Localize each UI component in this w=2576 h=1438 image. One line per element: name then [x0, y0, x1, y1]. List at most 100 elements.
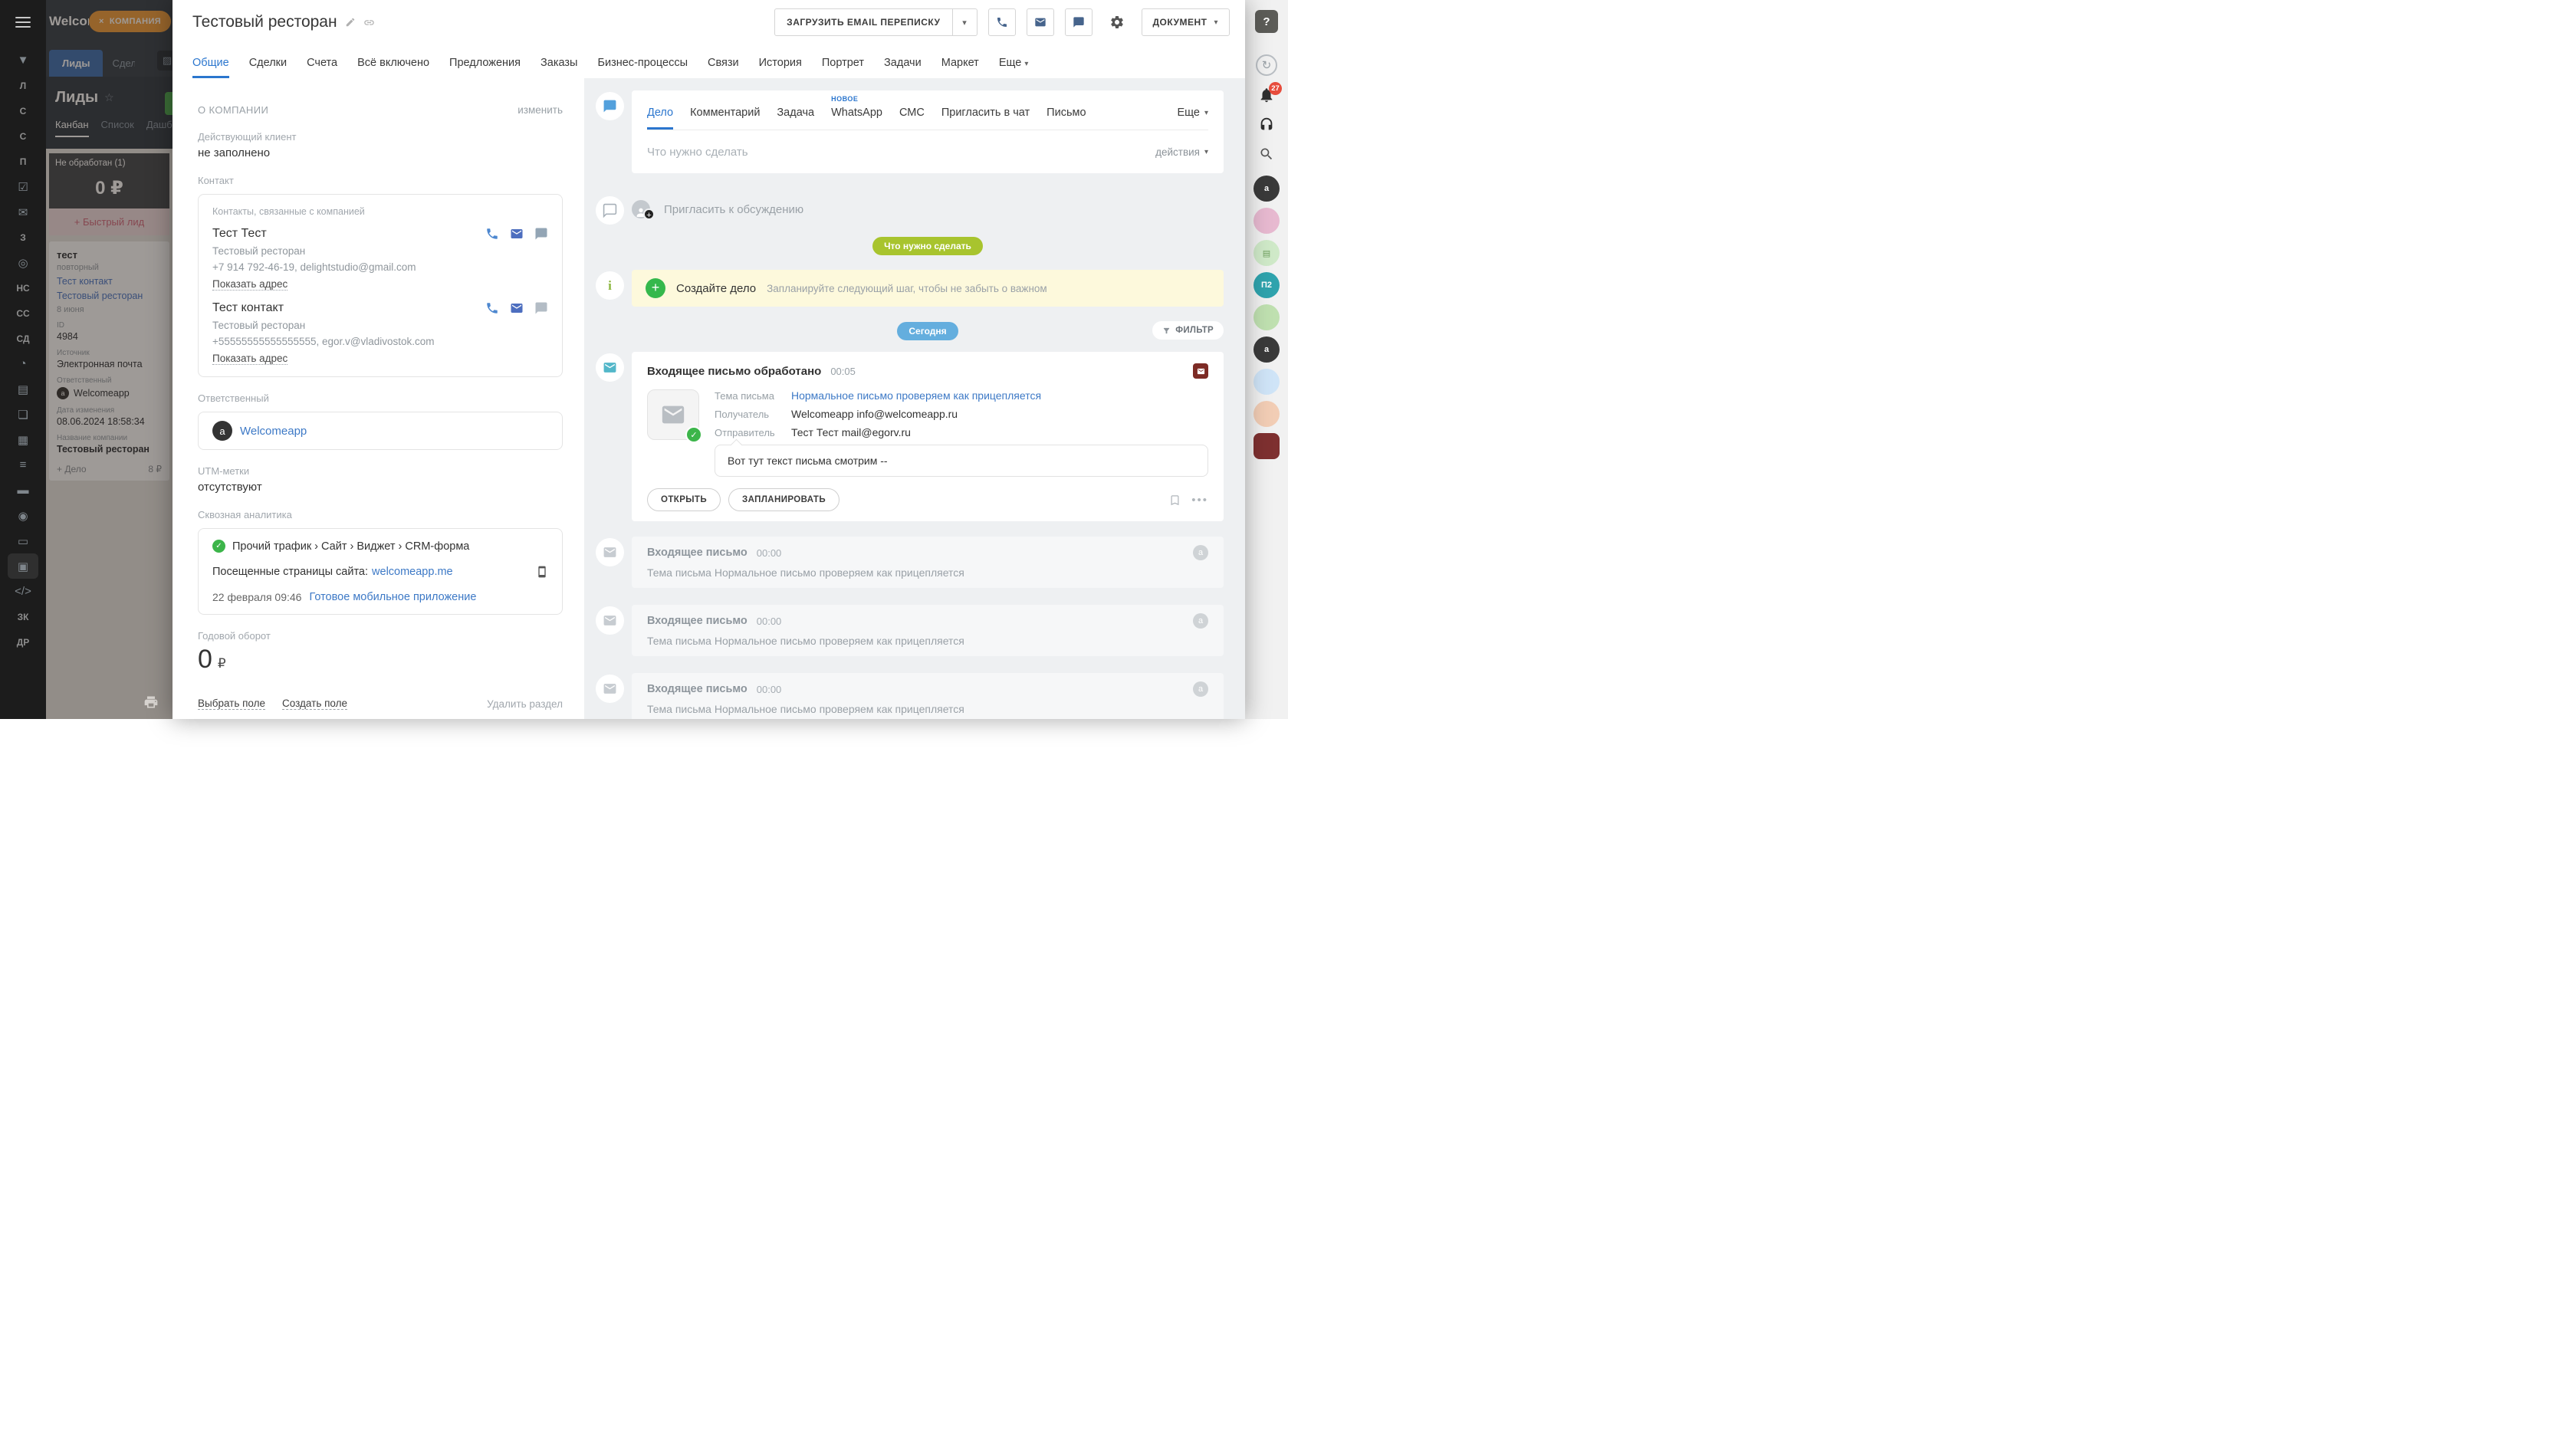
- client-field-value[interactable]: не заполнено: [198, 146, 563, 159]
- print-icon[interactable]: [143, 694, 159, 710]
- bell-icon[interactable]: 27: [1258, 87, 1275, 103]
- mail-history-row[interactable]: Входящее письмо 00:00 a Тема письма Норм…: [632, 605, 1224, 656]
- inbox-icon[interactable]: ▬: [0, 478, 46, 503]
- id-card-icon[interactable]: ▭: [0, 528, 46, 553]
- visited-site-link[interactable]: welcomeapp.me: [372, 566, 453, 578]
- target-icon[interactable]: ◎: [0, 250, 46, 275]
- chat-icon[interactable]: [534, 301, 548, 315]
- task-input[interactable]: [647, 146, 1146, 159]
- bookmark-icon[interactable]: [1169, 494, 1181, 506]
- add-icon[interactable]: +: [646, 278, 665, 298]
- chat-icon[interactable]: [534, 227, 548, 241]
- mail-icon[interactable]: [510, 301, 524, 315]
- create-field-link[interactable]: Создать поле: [282, 698, 347, 710]
- contact-name[interactable]: Тест контакт: [212, 301, 485, 315]
- feed-tab-comment[interactable]: Комментарий: [690, 107, 760, 130]
- tab-general[interactable]: Общие: [192, 57, 229, 78]
- calendar-icon[interactable]: ▦: [0, 427, 46, 452]
- delete-section-link[interactable]: Удалить раздел: [487, 698, 563, 710]
- tab-orders[interactable]: Заказы: [540, 57, 577, 78]
- avatar[interactable]: [1254, 401, 1280, 427]
- responsible-user-link[interactable]: Welcomeapp: [240, 425, 307, 438]
- edit-pencil-icon[interactable]: [345, 17, 356, 28]
- app-avatar[interactable]: a: [1254, 176, 1280, 202]
- lock-icon[interactable]: ▣: [8, 553, 38, 579]
- edit-company-link[interactable]: изменить: [518, 104, 563, 116]
- pie-chart-icon[interactable]: ◔: [0, 351, 46, 376]
- mail-icon[interactable]: ✉: [0, 199, 46, 225]
- tab-relations[interactable]: Связи: [708, 57, 739, 78]
- sidebar-item-s2[interactable]: С: [0, 123, 46, 149]
- mail-body-preview[interactable]: Вот тут текст письма смотрим --: [715, 445, 1208, 477]
- document-icon[interactable]: ≡: [0, 452, 46, 478]
- invite-user-icon[interactable]: +: [632, 200, 655, 220]
- headset-icon[interactable]: [1258, 116, 1275, 133]
- plan-button[interactable]: ЗАПЛАНИРОВАТЬ: [728, 488, 840, 511]
- contact-name[interactable]: Тест Тест: [212, 227, 485, 241]
- avatar[interactable]: [1254, 208, 1280, 234]
- sidebar-item-dr[interactable]: ДР: [0, 629, 46, 655]
- filter-button[interactable]: ФИЛЬТР: [1152, 321, 1224, 340]
- chat-app-icon[interactable]: [1254, 369, 1280, 395]
- sidebar-item-l[interactable]: Л: [0, 73, 46, 98]
- load-email-button[interactable]: ЗАГРУЗИТЬ EMAIL ПЕРЕПИСКУ ▾: [774, 8, 977, 36]
- feed-tab-letter[interactable]: Письмо: [1046, 107, 1086, 130]
- sidebar-item-sd[interactable]: СД: [0, 326, 46, 351]
- panel-icon[interactable]: ▤: [0, 376, 46, 402]
- feed-tab-whatsapp[interactable]: НОВОЕ WhatsApp: [831, 107, 882, 130]
- avatar[interactable]: [1254, 304, 1280, 330]
- show-address-link[interactable]: Показать адрес: [212, 278, 288, 291]
- feed-tab-invite-chat[interactable]: Пригласить в чат: [941, 107, 1030, 130]
- support-icon[interactable]: ↻: [1256, 54, 1277, 76]
- tab-more[interactable]: Еще ▾: [999, 57, 1029, 78]
- code-icon[interactable]: </>: [0, 579, 46, 604]
- mobile-app-link[interactable]: Готовое мобильное приложение: [309, 591, 476, 603]
- app-icon[interactable]: [1254, 433, 1280, 459]
- users-icon[interactable]: ◉: [0, 503, 46, 528]
- call-button[interactable]: [988, 8, 1016, 36]
- tab-all-included[interactable]: Всё включено: [357, 57, 429, 78]
- search-icon[interactable]: [1259, 146, 1274, 162]
- sidebar-item-ns[interactable]: НС: [0, 275, 46, 300]
- p2-avatar[interactable]: П2: [1254, 272, 1280, 298]
- chat-button[interactable]: [1065, 8, 1092, 36]
- copy-link-icon[interactable]: [363, 17, 375, 28]
- tab-portrait[interactable]: Портрет: [822, 57, 864, 78]
- sidebar-item-s1[interactable]: С: [0, 98, 46, 123]
- tab-business-processes[interactable]: Бизнес-процессы: [597, 57, 688, 78]
- show-address-link[interactable]: Показать адрес: [212, 353, 288, 365]
- choose-field-link[interactable]: Выбрать поле: [198, 698, 265, 710]
- feed-tab-task[interactable]: Дело: [647, 107, 673, 130]
- sidebar-item-p[interactable]: П: [0, 149, 46, 174]
- mail-history-row[interactable]: Входящее письмо 00:00 a Тема письма Норм…: [632, 537, 1224, 588]
- create-task-banner[interactable]: + Создайте дело Запланируйте следующий ш…: [632, 270, 1224, 307]
- chevron-down-icon[interactable]: ▾: [952, 9, 977, 35]
- smartphone-icon[interactable]: [536, 566, 548, 578]
- tab-offers[interactable]: Предложения: [449, 57, 521, 78]
- feed-tab-more[interactable]: Еще▾: [1177, 107, 1208, 130]
- tab-deals[interactable]: Сделки: [249, 57, 287, 78]
- more-options-icon[interactable]: •••: [1191, 494, 1208, 507]
- email-button[interactable]: [1027, 8, 1054, 36]
- help-button[interactable]: ?: [1255, 10, 1278, 33]
- notes-app-icon[interactable]: ▤: [1254, 240, 1280, 266]
- feed-tab-sms[interactable]: СМС: [899, 107, 925, 130]
- funnel-icon[interactable]: ▼: [0, 48, 46, 73]
- tab-invoices[interactable]: Счета: [307, 57, 337, 78]
- sidebar-item-z[interactable]: З: [0, 225, 46, 250]
- tab-market[interactable]: Маркет: [941, 57, 979, 78]
- tab-tasks[interactable]: Задачи: [884, 57, 922, 78]
- sidebar-item-zk[interactable]: ЗК: [0, 604, 46, 629]
- tab-history[interactable]: История: [759, 57, 802, 78]
- open-mail-button[interactable]: ОТКРЫТЬ: [647, 488, 721, 511]
- actions-dropdown[interactable]: действия▾: [1155, 146, 1208, 158]
- sidebar-item-ss[interactable]: СС: [0, 300, 46, 326]
- invite-to-discussion[interactable]: Пригласить к обсуждению: [664, 203, 803, 216]
- document-button[interactable]: ДОКУМЕНТ ▾: [1142, 8, 1230, 36]
- feed-tab-todo[interactable]: Задача: [777, 107, 814, 130]
- mail-history-row[interactable]: Входящее письмо 00:00 a Тема письма Норм…: [632, 673, 1224, 719]
- tasks-icon[interactable]: ☑: [0, 174, 46, 199]
- mail-icon[interactable]: [510, 227, 524, 241]
- menu-icon[interactable]: [15, 14, 31, 31]
- gear-icon[interactable]: [1103, 8, 1131, 36]
